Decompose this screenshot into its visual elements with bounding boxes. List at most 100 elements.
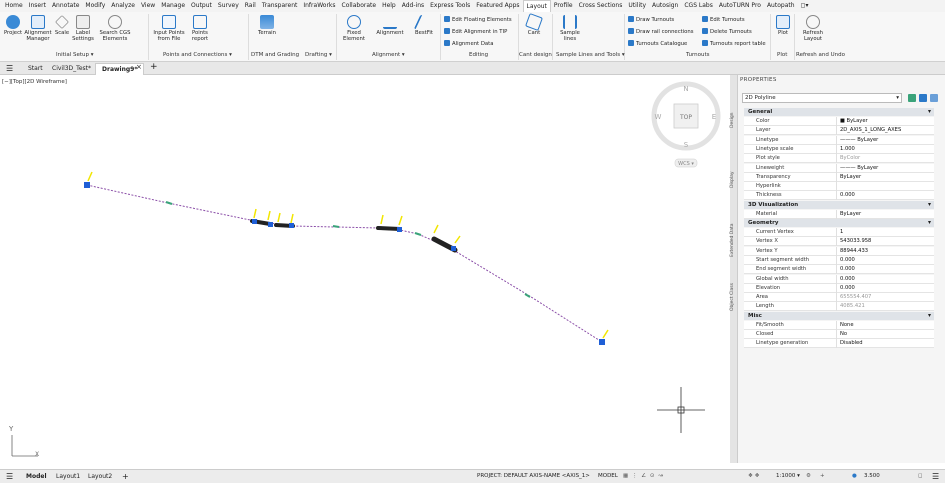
property-value[interactable]: 4085.421 [840, 302, 865, 310]
model-space-toggle[interactable]: MODEL [598, 470, 618, 483]
turnout-segment[interactable] [376, 226, 402, 231]
vertex-grips[interactable] [84, 182, 605, 345]
property-value[interactable]: 0.000 [840, 265, 855, 273]
menu-item[interactable]: Manage [158, 0, 188, 12]
plus-icon[interactable]: + [820, 470, 825, 483]
property-value[interactable]: 0.000 [840, 191, 855, 199]
alignment-data-button[interactable]: Alignment Data [444, 40, 493, 48]
property-row[interactable]: Elevation 0.000 [744, 283, 934, 293]
viewcube[interactable]: TOP N S W E WCS ▾ [651, 81, 721, 168]
fullscreen-icon[interactable]: ◻ [918, 470, 923, 483]
property-value[interactable]: 0.000 [840, 256, 855, 264]
collapse-icon[interactable]: ▾ [928, 312, 931, 319]
project-button[interactable]: Project [2, 15, 24, 36]
property-section-header[interactable]: 3D Visualization [744, 200, 934, 209]
menu-item[interactable]: Collaborate [339, 0, 380, 12]
property-row[interactable]: Lineweight ——— ByLayer [744, 163, 934, 173]
menu-item[interactable]: Transparent [259, 0, 301, 12]
property-section-header[interactable]: General [744, 108, 934, 116]
property-row[interactable]: Vertex Y 88944.433 [744, 246, 934, 256]
property-row[interactable]: Transparency ByLayer [744, 172, 934, 182]
add-layout-icon[interactable]: + [122, 470, 129, 483]
draw-turnouts-button[interactable]: Draw Turnouts [628, 16, 674, 24]
compass-n[interactable]: N [683, 85, 688, 93]
property-value[interactable]: 0.000 [840, 284, 855, 292]
menu-item[interactable]: Survey [215, 0, 242, 12]
alignment-button[interactable]: Alignment [372, 15, 408, 36]
property-row[interactable]: Current Vertex 1 [744, 228, 934, 237]
menu-item[interactable]: Layout [522, 0, 551, 13]
property-value[interactable]: ByLayer [840, 173, 861, 181]
annotation-scale[interactable]: 1:1000 ▾ [776, 470, 800, 483]
cant-button[interactable]: Cant [522, 13, 546, 36]
property-row[interactable]: Thickness 0.000 [744, 191, 934, 201]
menu-item[interactable]: Add-ins [399, 0, 427, 12]
property-row[interactable]: Layer 2D_AXIS_1_LONG_AXES [744, 126, 934, 136]
viewcube-top-label[interactable]: TOP [679, 114, 692, 121]
polyline-axis[interactable] [86, 184, 603, 343]
quick-select-icon[interactable] [930, 94, 938, 102]
menu-item[interactable]: Annotate [49, 0, 82, 12]
points-report-button[interactable]: Points report [188, 15, 212, 42]
tab-layout1[interactable]: Layout1 [52, 470, 84, 483]
bestfit-button[interactable]: BestFit [410, 15, 438, 36]
menu-item[interactable]: CGS Labs [681, 0, 716, 12]
layout-menu-icon[interactable]: ☰ [6, 470, 13, 483]
fixed-element-button[interactable]: Fixed Element [340, 15, 368, 42]
property-value[interactable]: No [840, 330, 847, 338]
property-value[interactable]: 543033.958 [840, 237, 871, 245]
turnouts-catalogue-button[interactable]: Turnouts Catalogue [628, 40, 687, 48]
property-value[interactable]: None [840, 321, 854, 329]
tab-civil3d-test[interactable]: Civil3D_Test* [46, 63, 97, 75]
property-row[interactable]: Plot style ByColor [744, 154, 934, 164]
scale-button[interactable]: Scale [54, 15, 70, 36]
menu-item[interactable]: Help [379, 0, 399, 12]
tab-model[interactable]: Model [22, 470, 51, 483]
menu-item[interactable]: Analyze [108, 0, 138, 12]
property-value[interactable]: 2D_AXIS_1_LONG_AXES [840, 126, 901, 134]
property-row[interactable]: Linetype generation Disabled [744, 339, 934, 349]
edit-turnouts-button[interactable]: Edit Turnouts [702, 16, 745, 24]
compass-e[interactable]: E [712, 113, 716, 121]
property-value[interactable]: ByLayer [840, 210, 861, 218]
selection-dropdown[interactable]: 2D Polyline ▾ [742, 93, 902, 103]
drawing-canvas[interactable]: [−][Top][2D Wireframe] Y X TOP N S W E W… [0, 75, 730, 463]
close-tab-icon[interactable]: × [136, 63, 142, 71]
menu-item[interactable]: Express Tools [427, 0, 473, 12]
property-value[interactable]: ——— ByLayer [840, 164, 878, 172]
menu-item[interactable]: Profile [551, 0, 576, 12]
property-section-header[interactable]: Misc [744, 311, 934, 320]
search-cgs-elements-button[interactable]: Search CGS Elements [96, 15, 134, 42]
tab-layout2[interactable]: Layout2 [84, 470, 116, 483]
draw-rail-connections-button[interactable]: Draw rail connections [628, 28, 694, 36]
property-section-header[interactable]: Geometry [744, 219, 934, 227]
menu-item[interactable]: Insert [26, 0, 49, 12]
property-row[interactable]: Length 4085.421 [744, 302, 934, 312]
menu-item[interactable]: Output [188, 0, 215, 12]
property-row[interactable]: Linetype ——— ByLayer [744, 135, 934, 145]
property-row[interactable]: Color ■ ByLayer [744, 117, 934, 126]
turnouts-report-button[interactable]: Turnouts report table [702, 40, 766, 48]
property-value[interactable]: ByColor [840, 154, 860, 162]
edit-alignment-tip-button[interactable]: Edit Alignment in TIP [444, 28, 507, 36]
label-settings-button[interactable]: Label Settings [71, 15, 95, 42]
property-value[interactable]: 1 [840, 228, 843, 236]
property-row[interactable]: Start segment width 0.000 [744, 255, 934, 265]
customize-menu-icon[interactable]: ☰ [932, 470, 939, 483]
delete-turnouts-button[interactable]: Delete Turnouts [702, 28, 752, 36]
tab-start[interactable]: Start [22, 63, 49, 75]
menu-item[interactable]: Home [2, 0, 26, 12]
menu-item[interactable]: Autopath [764, 0, 798, 12]
collapse-icon[interactable]: ▾ [928, 219, 931, 226]
compass-w[interactable]: W [655, 113, 662, 121]
plot-button[interactable]: Plot [774, 15, 792, 36]
menu-item[interactable]: Rail [242, 0, 259, 12]
menu-item[interactable]: Modify [82, 0, 108, 12]
edit-floating-elements-button[interactable]: Edit Floating Elements [444, 16, 512, 24]
annotation-icons[interactable]: ❖ ❖ [748, 470, 760, 483]
property-value[interactable]: 0.000 [840, 275, 855, 283]
wcs-menu[interactable]: WCS ▾ [678, 161, 694, 167]
refresh-layout-button[interactable]: Refresh Layout [798, 15, 828, 42]
zoom-value[interactable]: 3.500 [864, 470, 880, 483]
property-value[interactable]: 88944.433 [840, 247, 868, 255]
